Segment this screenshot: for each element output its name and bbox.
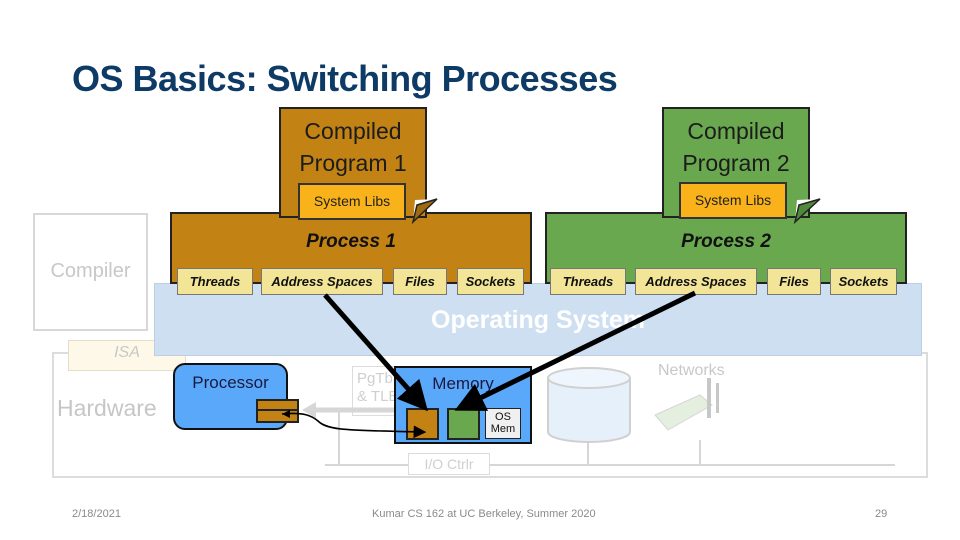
process-1-address-space-arrow (323, 293, 428, 412)
process-2-address-space-arrow (454, 290, 697, 411)
footer-date: 2/18/2021 (72, 508, 121, 520)
register-to-memory-arrow (281, 412, 427, 439)
register-arrowhead (282, 410, 290, 418)
footer-page-number: 29 (875, 508, 888, 520)
mapping-arrows (281, 290, 697, 439)
footer-course: Kumar CS 162 at UC Berkeley, Summer 2020 (372, 508, 596, 520)
